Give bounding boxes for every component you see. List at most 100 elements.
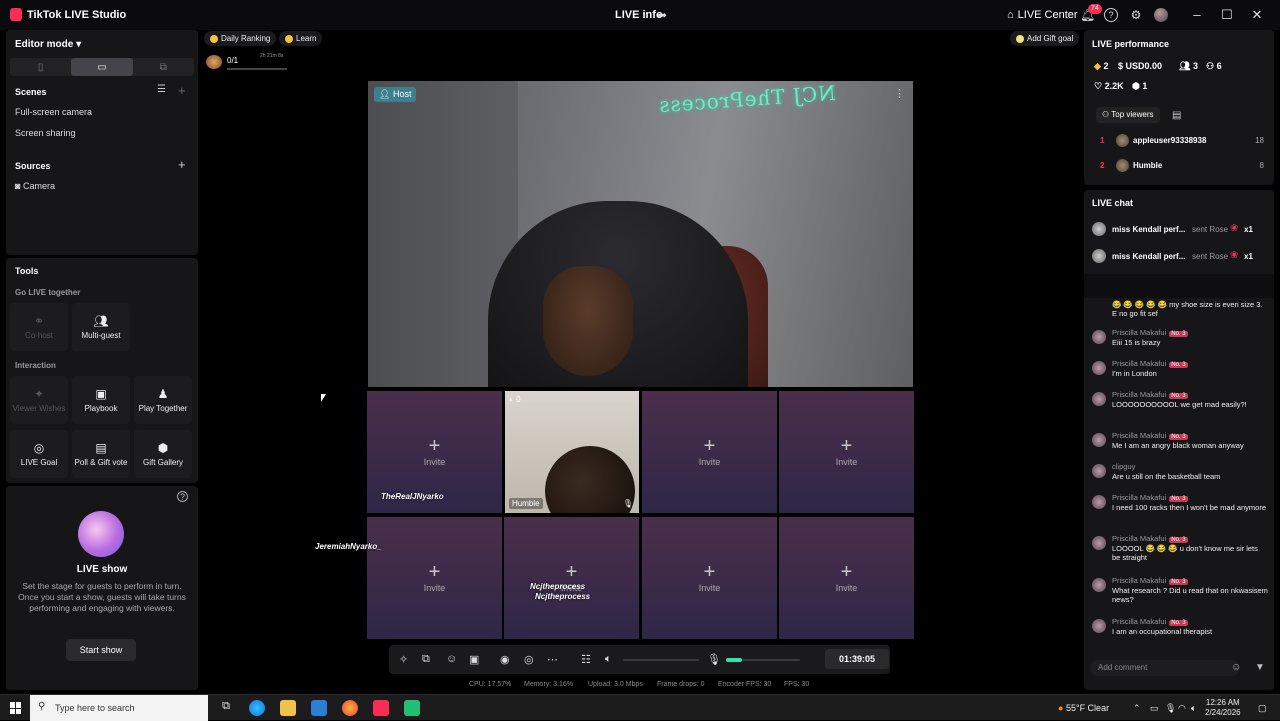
chevron-up-icon[interactable]: ⌃ — [1133, 703, 1141, 714]
playbook-button[interactable]: ▣ Playbook — [72, 376, 130, 424]
invite-slot[interactable]: + Invite — [367, 517, 502, 639]
live-info-title[interactable]: LIVE info — [615, 9, 663, 21]
gift-text: sent Rose — [1192, 225, 1229, 234]
viewer-score: 18 — [1255, 136, 1264, 145]
help-icon[interactable]: ? — [1104, 8, 1118, 22]
control-bar: ✧ ⧉ ☺ ▣ ◉ ◎ ⋯ ☷ 🔈︎ 🎙︎ — [389, 645, 890, 674]
mic-icon[interactable]: 🎙︎ — [623, 499, 633, 508]
followers-stat: ⚇ 6 — [1206, 61, 1222, 71]
viewer-wishes-button[interactable]: ✦ Viewer Wishes — [10, 376, 68, 424]
weather[interactable]: ● 55°F Clear — [1058, 703, 1109, 713]
poll-gift-vote-button[interactable]: ▤ Poll & Gift vote — [72, 430, 130, 478]
tiktok-studio-icon[interactable] — [373, 700, 389, 716]
camera-switch-icon[interactable]: ◎ — [524, 653, 534, 666]
wifi-icon[interactable]: ◠ — [1178, 703, 1186, 714]
windows-start-icon[interactable] — [10, 702, 22, 714]
more-options-icon[interactable]: ⋮ — [894, 87, 905, 100]
avatar — [1092, 222, 1106, 236]
play-together-button[interactable]: ♟ Play Together — [134, 376, 192, 424]
sticker-icon[interactable]: ☺ — [446, 653, 457, 665]
speaker-icon[interactable]: 🔈︎ — [605, 653, 612, 666]
network-icon[interactable]: ▭ — [1150, 703, 1159, 714]
notifications-icon[interactable]: ▢ — [1258, 703, 1267, 714]
settings-sliders-icon[interactable]: ☷ — [581, 653, 591, 666]
gift-gallery-button[interactable]: ⬢ Gift Gallery — [134, 430, 192, 478]
guest-viewer-count: ◐ 0 — [509, 395, 521, 404]
add-gift-goal-button[interactable]: Add Gift goal — [1010, 31, 1080, 46]
fps-stat: FPS: 30 — [784, 681, 810, 688]
medal-icon — [210, 34, 218, 43]
filter-icon[interactable]: ▼ — [1255, 662, 1265, 673]
invite-slot[interactable]: + Invite — [642, 391, 777, 513]
scene-item-screen-sharing[interactable]: Screen sharing — [15, 128, 76, 138]
list-item[interactable]: 2 Humble 8 — [1096, 158, 1268, 174]
ranking-widget[interactable]: 0/1 2h 21m 8s — [204, 52, 288, 76]
help-icon[interactable]: ? — [177, 491, 188, 502]
portrait-mode-button[interactable]: ▯ — [10, 58, 71, 76]
diamond-icon: ◆ — [1094, 61, 1101, 71]
edge-icon[interactable] — [249, 700, 265, 716]
clock[interactable]: 12:26 AM 2/24/2026 — [1205, 698, 1241, 718]
weather-icon: ● — [1058, 703, 1064, 713]
mic-icon[interactable]: 🎙︎ — [707, 653, 721, 666]
store-icon[interactable] — [311, 700, 327, 716]
list-icon[interactable]: ▤ — [1172, 110, 1181, 121]
guest-video[interactable]: ◐ 0 Humble 🎙︎ — [505, 391, 639, 513]
top-viewers-tab[interactable]: ⚇ Top viewers — [1096, 107, 1160, 123]
gift-message: miss Kendall perf... sent Rose ❀ x1 — [1092, 247, 1268, 265]
upload-stat: Upload: 3.0 Mbps — [588, 681, 643, 688]
invite-slot[interactable]: + Invite — [642, 517, 777, 639]
close-button[interactable]: ✕ — [1247, 6, 1267, 24]
chat-text: 😂 😂 😂 😂 😂 my shoe size is even size 3. E… — [1112, 300, 1263, 318]
source-item-camera[interactable]: ◙ Camera — [15, 181, 55, 191]
more-icon[interactable]: ⋯ — [547, 653, 558, 666]
maximize-button[interactable]: ☐ — [1217, 6, 1237, 24]
volume-slider[interactable] — [623, 659, 699, 661]
avatar[interactable] — [1154, 8, 1168, 22]
volume-icon[interactable]: 🔈︎ — [1191, 703, 1196, 714]
task-view-icon[interactable]: ⧉ — [218, 700, 234, 716]
live-goal-button[interactable]: ◎ LIVE Goal — [10, 430, 68, 478]
share-icon[interactable]: ➦ — [657, 8, 667, 22]
mic-level-slider[interactable] — [726, 658, 800, 662]
scene-item-fullscreen[interactable]: Full-screen camera — [15, 107, 92, 117]
gamepad-icon: ♟ — [157, 387, 169, 401]
gift-icon: ⬢ — [157, 441, 169, 455]
invite-slot[interactable]: + Invite — [504, 517, 639, 639]
gear-icon[interactable]: ⚙ — [1129, 8, 1143, 22]
mic-tray-icon[interactable]: 🎙︎ — [1165, 703, 1176, 714]
rank-badge: No. 3 — [1169, 362, 1188, 368]
invite-slot[interactable]: + Invite — [779, 517, 914, 639]
minimize-button[interactable]: – — [1187, 6, 1207, 24]
add-source-icon[interactable]: + — [178, 157, 186, 172]
title-bar: TikTok LIVE Studio LIVE info ➦ ⌂ LIVE Ce… — [0, 0, 1280, 30]
magic-wand-icon[interactable]: ✧ — [399, 653, 408, 666]
host-face — [543, 266, 633, 376]
search-box[interactable]: ⚲ Type here to search — [30, 695, 208, 721]
chat-message: Priscilla Makafui No. 3 LOOOOOOOOOOL we g… — [1092, 390, 1268, 422]
effects-icon[interactable]: ⧉ — [422, 653, 430, 666]
daily-ranking-button[interactable]: Daily Ranking — [204, 31, 277, 46]
landscape-mode-button[interactable]: ▭ — [71, 58, 133, 76]
multiguest-button[interactable]: 👥︎ Multi-guest — [72, 303, 130, 351]
list-icon[interactable]: ☰ — [157, 84, 166, 95]
cohost-button[interactable]: ⚭ Co-host — [10, 303, 68, 351]
learn-button[interactable]: Learn — [279, 31, 323, 46]
invite-slot[interactable]: + Invite — [779, 391, 914, 513]
screen-icon[interactable]: ▣ — [469, 653, 479, 666]
dual-mode-button[interactable]: ⧉ — [133, 58, 194, 76]
app-icon[interactable] — [404, 700, 420, 716]
usd-stat: $ USD0.00 — [1118, 61, 1163, 71]
editor-mode-dropdown[interactable]: Editor mode ▾ — [15, 39, 81, 50]
start-show-button[interactable]: Start show — [66, 639, 136, 661]
firefox-icon[interactable] — [342, 700, 358, 716]
list-item[interactable]: 1 appleuser93338938 18 — [1096, 133, 1268, 149]
emoji-icon[interactable]: ☺ — [1231, 662, 1241, 673]
add-scene-icon[interactable]: + — [178, 83, 186, 98]
folder-icon[interactable] — [280, 700, 296, 716]
go-live-together-label: Go LIVE together — [15, 288, 81, 297]
live-center-button[interactable]: ⌂ LIVE Center — [1007, 0, 1078, 30]
record-icon[interactable]: ◉ — [500, 653, 510, 666]
comment-input[interactable]: Add comment — [1090, 660, 1240, 676]
host-video[interactable]: NCJ TheProcess 👤︎ Host ⋮ — [368, 81, 913, 387]
